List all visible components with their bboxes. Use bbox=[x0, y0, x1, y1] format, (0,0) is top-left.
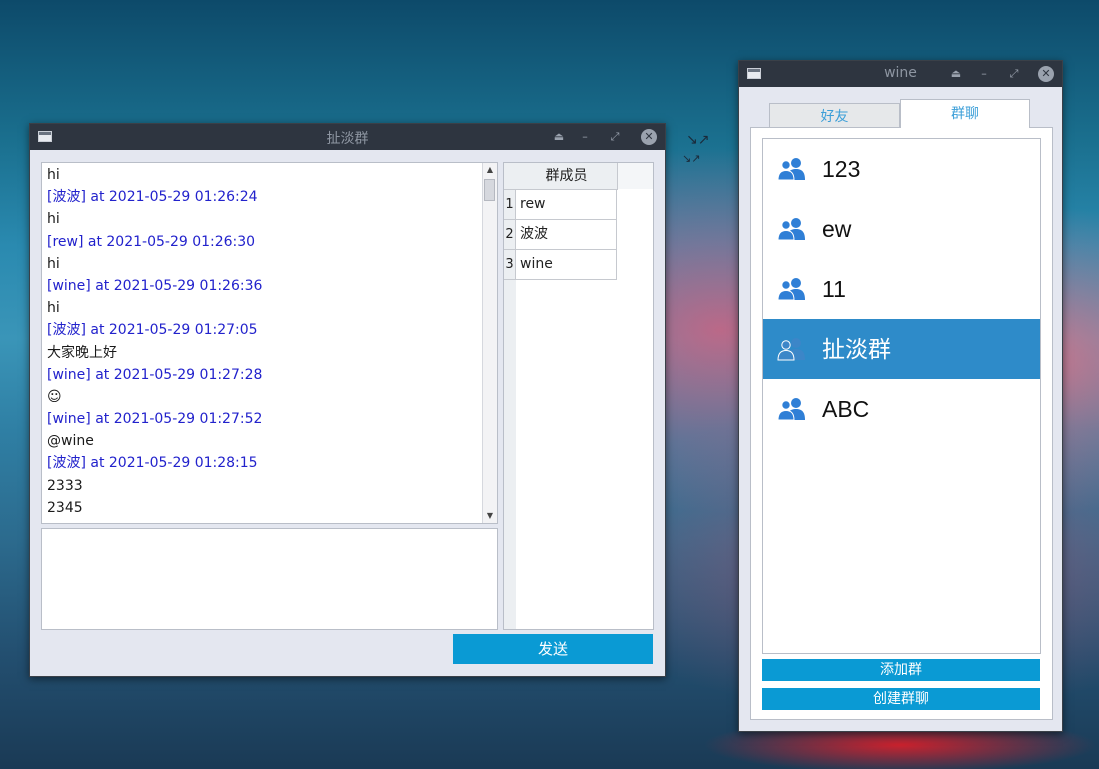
member-name[interactable]: rew bbox=[516, 190, 617, 220]
message-text: hi bbox=[47, 167, 60, 183]
group-name: 扯淡群 bbox=[822, 336, 891, 362]
create-group-button[interactable]: 创建群聊 bbox=[762, 688, 1040, 710]
bird-decoration: ↘↗ bbox=[686, 132, 710, 148]
member-row[interactable]: 1 rew bbox=[504, 190, 617, 220]
member-name[interactable]: wine bbox=[516, 250, 617, 280]
message-text: ☺ bbox=[47, 388, 62, 405]
minimize-icon[interactable]: – bbox=[575, 127, 595, 147]
minimize-icon[interactable]: – bbox=[974, 64, 994, 84]
tab-groups[interactable]: 群聊 bbox=[900, 99, 1030, 128]
message-header: [波波] at 2021-05-29 01:28:15 bbox=[47, 455, 258, 472]
message-header: [wine] at 2021-05-29 01:27:52 bbox=[47, 411, 263, 428]
group-item[interactable]: 扯淡群 bbox=[763, 319, 1040, 379]
message-scrollbar[interactable]: ▲ ▼ bbox=[482, 163, 497, 523]
maximize-icon[interactable]: ⤢ bbox=[1004, 64, 1024, 84]
member-row[interactable]: 3 wine bbox=[504, 250, 617, 280]
chat-titlebar[interactable]: 扯淡群 ⏏ – ⤢ ✕ bbox=[30, 124, 665, 150]
scroll-down-icon[interactable]: ▼ bbox=[483, 509, 497, 523]
group-item[interactable]: ABC bbox=[763, 379, 1040, 439]
group-item[interactable]: 123 bbox=[763, 139, 1040, 199]
maximize-icon[interactable]: ⤢ bbox=[605, 127, 625, 147]
message-list: hi [波波] at 2021-05-29 01:26:24 hi [rew] at … bbox=[47, 164, 481, 519]
group-icon bbox=[777, 158, 805, 181]
member-row[interactable]: 2 波波 bbox=[504, 220, 617, 250]
message-header: [wine] at 2021-05-29 01:26:36 bbox=[47, 277, 263, 294]
message-header: [波波] at 2021-05-29 01:26:24 bbox=[47, 189, 258, 206]
message-text: 大家晚上好 bbox=[47, 344, 117, 361]
message-history[interactable]: hi [波波] at 2021-05-29 01:26:24 hi [rew] at … bbox=[41, 162, 498, 524]
chat-window-title: 扯淡群 bbox=[326, 131, 369, 147]
table-corner bbox=[504, 163, 516, 190]
message-header: [波波] at 2021-05-29 01:27:05 bbox=[47, 322, 258, 339]
group-icon bbox=[777, 278, 805, 301]
close-icon[interactable]: ✕ bbox=[1038, 66, 1054, 82]
member-table: 群成员 1 rew 2 波波 3 wine bbox=[503, 162, 654, 630]
group-name: ABC bbox=[822, 396, 870, 422]
group-icon bbox=[777, 398, 805, 421]
message-input[interactable] bbox=[41, 528, 498, 630]
group-name: 123 bbox=[822, 156, 861, 182]
group-icon bbox=[777, 338, 805, 361]
bird-decoration: ↘↗ bbox=[682, 152, 701, 165]
group-item[interactable]: ew bbox=[763, 199, 1040, 259]
member-name[interactable]: 波波 bbox=[516, 220, 617, 250]
message-text: 2345 bbox=[47, 499, 83, 516]
message-header: [rew] at 2021-05-29 01:26:30 bbox=[47, 233, 256, 250]
group-name: ew bbox=[822, 216, 852, 242]
member-column-header[interactable]: 群成员 bbox=[516, 163, 618, 190]
message-text: 2333 bbox=[47, 477, 83, 494]
header-filler bbox=[618, 163, 653, 189]
member-row-number: 1 bbox=[504, 190, 516, 220]
tab-friends[interactable]: 好友 bbox=[769, 103, 900, 127]
shade-icon[interactable]: ⏏ bbox=[549, 127, 569, 147]
message-header: [wine] at 2021-05-29 01:27:28 bbox=[47, 366, 263, 383]
main-window: wine ⏏ – ⤢ ✕ 好友 群聊 123 ew 11 扯淡群 ABC 添加群 创建群… bbox=[738, 60, 1063, 732]
chat-window: 扯淡群 ⏏ – ⤢ ✕ hi [波波] at 2021-05-29 01:26:2… bbox=[29, 123, 666, 677]
scroll-up-icon[interactable]: ▲ bbox=[483, 163, 497, 177]
scrollbar-thumb[interactable] bbox=[484, 179, 495, 201]
add-group-button[interactable]: 添加群 bbox=[762, 659, 1040, 681]
group-icon bbox=[777, 218, 805, 241]
group-item[interactable]: 11 bbox=[763, 259, 1040, 319]
group-list[interactable]: 123 ew 11 扯淡群 ABC bbox=[762, 138, 1041, 654]
close-icon[interactable]: ✕ bbox=[641, 129, 657, 145]
message-text: hi bbox=[47, 300, 60, 317]
message-text: @wine bbox=[47, 433, 94, 450]
message-text: hi bbox=[47, 255, 60, 272]
member-row-number: 2 bbox=[504, 220, 516, 250]
member-row-number: 3 bbox=[504, 250, 516, 280]
main-titlebar[interactable]: wine ⏏ – ⤢ ✕ bbox=[739, 61, 1062, 87]
send-button[interactable]: 发送 bbox=[453, 634, 653, 664]
message-text: hi bbox=[47, 211, 60, 228]
groups-panel: 123 ew 11 扯淡群 ABC 添加群 创建群聊 bbox=[750, 127, 1053, 720]
shade-icon[interactable]: ⏏ bbox=[946, 64, 966, 84]
group-name: 11 bbox=[822, 276, 846, 302]
